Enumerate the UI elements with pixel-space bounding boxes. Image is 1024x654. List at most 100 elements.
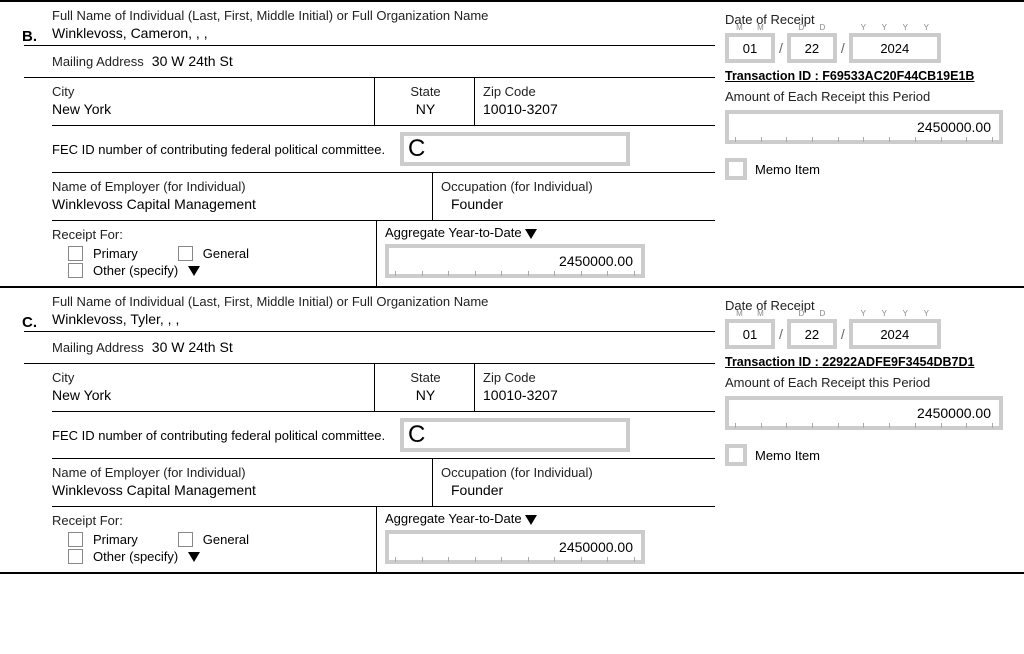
zip-value: 10010-3207 [483, 101, 709, 121]
transaction-id-label: Transaction ID : [725, 355, 819, 369]
mailing-value: 30 W 24th St [152, 339, 233, 359]
date-year: 2024 [880, 327, 909, 342]
employer-label: Name of Employer (for Individual) [52, 461, 426, 482]
receipt-other-row: Other (specify) [68, 263, 370, 278]
contributor-record: C. Full Name of Individual (Last, First,… [0, 286, 1024, 574]
date-slash: / [841, 40, 845, 56]
fec-id-box[interactable]: C [400, 418, 630, 452]
record-letter: C. [22, 314, 37, 331]
aggregate-label-row: Aggregate Year-to-Date [385, 225, 707, 240]
primary-label: Primary [93, 532, 138, 547]
aggregate-ytd-value: 2450000.00 [559, 539, 633, 555]
other-checkbox[interactable] [68, 263, 83, 278]
primary-checkbox[interactable] [68, 532, 83, 547]
zip-label: Zip Code [483, 80, 709, 101]
memo-checkbox[interactable] [725, 158, 747, 180]
right-column: Date of Receipt MM 01 / DD 22 / YYYY 202… [715, 288, 1024, 572]
aggregate-cell: Aggregate Year-to-Date 2450000.00 [377, 221, 715, 286]
general-label: General [203, 532, 249, 547]
date-row: MM 01 / DD 22 / YYYY 2024 [725, 33, 1018, 63]
mailing-value: 30 W 24th St [152, 53, 233, 73]
primary-label: Primary [93, 246, 138, 261]
state-cell: State NY [375, 364, 475, 411]
employer-occupation-row: Name of Employer (for Individual) Winkle… [52, 173, 715, 221]
receipt-for-label: Receipt For: [52, 223, 370, 244]
date-day-box[interactable]: DD 22 [787, 33, 837, 63]
city-cell: City New York [52, 78, 375, 125]
general-label: General [203, 246, 249, 261]
date-slash: / [841, 326, 845, 342]
occupation-cell: Occupation (for Individual) Founder [433, 459, 715, 506]
zip-cell: Zip Code 10010-3207 [475, 364, 715, 411]
date-dd-header: DD [791, 23, 833, 32]
right-column: Date of Receipt MM 01 / DD 22 / YYYY 202… [715, 2, 1024, 286]
date-slash: / [779, 326, 783, 342]
dropdown-icon[interactable] [188, 552, 200, 562]
amount-label: Amount of Each Receipt this Period [725, 85, 1018, 106]
employer-occupation-row: Name of Employer (for Individual) Winkle… [52, 459, 715, 507]
left-column: B. Full Name of Individual (Last, First,… [0, 2, 715, 286]
date-day-box[interactable]: DD 22 [787, 319, 837, 349]
general-checkbox[interactable] [178, 532, 193, 547]
date-row: MM 01 / DD 22 / YYYY 2024 [725, 319, 1018, 349]
date-dd-header: DD [791, 309, 833, 318]
general-checkbox[interactable] [178, 246, 193, 261]
employer-cell: Name of Employer (for Individual) Winkle… [52, 173, 433, 220]
dropdown-icon[interactable] [525, 229, 537, 239]
memo-label: Memo Item [755, 162, 820, 177]
aggregate-label: Aggregate Year-to-Date [385, 225, 522, 240]
primary-checkbox[interactable] [68, 246, 83, 261]
date-year-box[interactable]: YYYY 2024 [849, 319, 941, 349]
mailing-block: Mailing Address 30 W 24th St [24, 332, 715, 364]
full-name-value: Winklevoss, Tyler, , , [52, 311, 715, 331]
aggregate-ytd-value: 2450000.00 [559, 253, 633, 269]
aggregate-cell: Aggregate Year-to-Date 2450000.00 [377, 507, 715, 572]
fec-id-input-wrap: C [392, 412, 715, 458]
dropdown-icon[interactable] [525, 515, 537, 525]
date-month-box[interactable]: MM 01 [725, 33, 775, 63]
full-name-label: Full Name of Individual (Last, First, Mi… [52, 4, 715, 25]
date-year-box[interactable]: YYYY 2024 [849, 33, 941, 63]
other-label: Other (specify) [93, 549, 178, 564]
aggregate-ytd-box[interactable]: 2450000.00 [385, 530, 645, 564]
fec-id-row: FEC ID number of contributing federal po… [52, 126, 715, 173]
fec-id-label: FEC ID number of contributing federal po… [52, 422, 392, 449]
mailing-label: Mailing Address [52, 336, 144, 357]
transaction-id: Transaction ID : F69533AC20F44CB19E1B [725, 69, 1018, 83]
city-state-zip-row: City New York State NY Zip Code 10010-32… [52, 364, 715, 412]
other-checkbox[interactable] [68, 549, 83, 564]
state-cell: State NY [375, 78, 475, 125]
city-cell: City New York [52, 364, 375, 411]
fec-id-box[interactable]: C [400, 132, 630, 166]
amount-box[interactable]: 2450000.00 [725, 110, 1003, 144]
receipt-for-label: Receipt For: [52, 509, 370, 530]
receipt-for-cell: Receipt For: Primary General Other (spec… [52, 221, 377, 286]
memo-checkbox[interactable] [725, 444, 747, 466]
amount-box[interactable]: 2450000.00 [725, 396, 1003, 430]
employer-value: Winklevoss Capital Management [52, 482, 426, 502]
record-letter: B. [22, 28, 37, 45]
aggregate-ytd-box[interactable]: 2450000.00 [385, 244, 645, 278]
date-slash: / [779, 40, 783, 56]
date-month: 01 [743, 327, 757, 342]
state-label: State [383, 80, 468, 101]
date-month-box[interactable]: MM 01 [725, 319, 775, 349]
city-value: New York [52, 101, 368, 121]
date-yyyy-header: YYYY [853, 23, 937, 32]
receipt-primary-general-row: Primary General [68, 246, 370, 261]
occupation-cell: Occupation (for Individual) Founder [433, 173, 715, 220]
memo-row: Memo Item [725, 444, 1018, 466]
occupation-value: Founder [441, 196, 709, 216]
full-name-block: Full Name of Individual (Last, First, Mi… [24, 288, 715, 332]
date-year: 2024 [880, 41, 909, 56]
full-name-value: Winklevoss, Cameron, , , [52, 25, 715, 45]
city-value: New York [52, 387, 368, 407]
fec-id-label: FEC ID number of contributing federal po… [52, 136, 392, 163]
mailing-label: Mailing Address [52, 50, 144, 71]
transaction-id: Transaction ID : 22922ADFE9F3454DB7D1 [725, 355, 1018, 369]
receipt-other-row: Other (specify) [68, 549, 370, 564]
contributor-record: B. Full Name of Individual (Last, First,… [0, 0, 1024, 286]
dropdown-icon[interactable] [188, 266, 200, 276]
employer-value: Winklevoss Capital Management [52, 196, 426, 216]
city-label: City [52, 80, 368, 101]
